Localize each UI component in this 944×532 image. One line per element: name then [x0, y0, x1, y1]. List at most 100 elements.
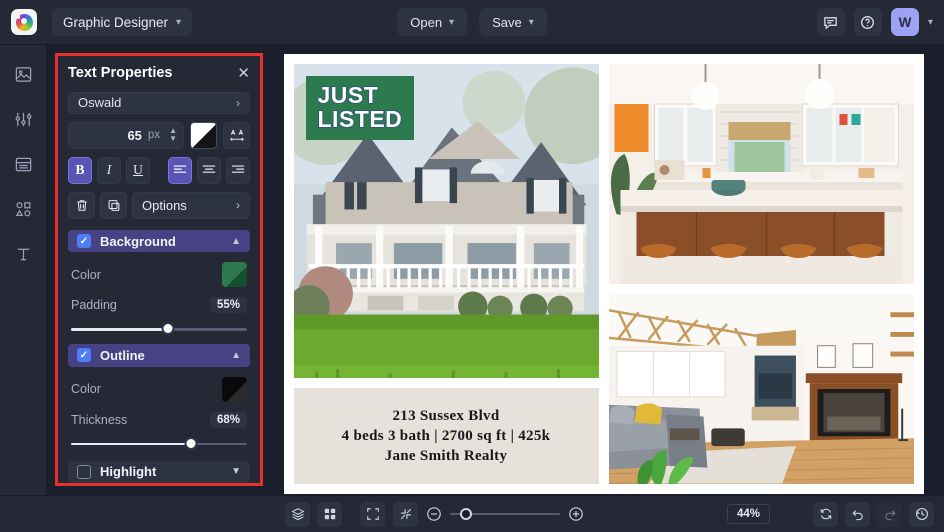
undo-button[interactable] [845, 501, 870, 527]
zoom-slider-knob[interactable] [460, 508, 472, 520]
sidebar-item-images[interactable] [11, 62, 35, 86]
outline-color-swatch[interactable] [222, 376, 247, 402]
history-icon [915, 508, 928, 520]
padding-value: 55% [209, 297, 247, 314]
sidebar-item-adjustments[interactable] [11, 107, 35, 131]
duplicate-button[interactable] [100, 191, 127, 219]
sliders-icon [15, 112, 31, 126]
trash-icon [76, 200, 87, 211]
redo-icon [884, 510, 896, 521]
align-center-button[interactable] [196, 156, 221, 184]
collapse-button[interactable] [393, 501, 418, 527]
account-chevron-down-icon[interactable]: ▾ [928, 17, 933, 28]
outline-checkbox[interactable]: ✓ [77, 348, 91, 363]
font-size-input[interactable]: 65 px ▲ ▼ [68, 121, 184, 149]
app-window: Graphic Designer ▾ Open ▾ Save ▾ W ▾ Tex… [0, 0, 944, 532]
zoom-level[interactable]: 44% [726, 504, 770, 524]
outline-color-row: Color [68, 376, 250, 402]
align-left-button[interactable] [167, 156, 192, 184]
text-color-swatch[interactable] [190, 121, 217, 149]
close-icon[interactable]: ✕ [237, 66, 250, 81]
kitchen-photo[interactable] [608, 64, 914, 284]
comment-icon [824, 16, 838, 30]
chevron-up-icon[interactable]: ▲ [231, 350, 241, 361]
history-controls: 44% [726, 501, 944, 527]
panel-header: Text Properties ✕ [68, 65, 250, 81]
layers-button[interactable] [285, 501, 310, 527]
zoom-slider[interactable] [450, 508, 560, 520]
zoom-in-button[interactable] [568, 506, 584, 522]
listing-details: 4 beds 3 bath | 2700 sq ft | 425k [341, 427, 551, 444]
collapse-icon [400, 508, 411, 520]
options-button[interactable]: Options › [132, 191, 250, 219]
bold-button[interactable]: B [68, 156, 93, 184]
outline-color-label: Color [71, 382, 101, 397]
highlight-checkbox[interactable] [77, 464, 91, 479]
fit-screen-button[interactable] [360, 501, 385, 527]
zoom-out-button[interactable] [426, 506, 442, 522]
align-center-icon [202, 165, 216, 174]
align-right-icon [231, 165, 245, 174]
artboard[interactable]: JUST LISTED 213 Sussex Blvd 4 beds 3 bat… [283, 54, 924, 494]
background-checkbox[interactable]: ✓ [77, 234, 91, 249]
background-color-row: Color [68, 262, 250, 288]
listing-realtor: Jane Smith Realty [384, 447, 508, 464]
outline-section-header[interactable]: ✓ Outline ▲ [68, 344, 250, 367]
background-label: Background [100, 233, 176, 249]
reset-button[interactable] [813, 501, 838, 527]
history-button[interactable] [909, 501, 934, 527]
zoom-in-icon [569, 507, 583, 521]
help-circle-icon [861, 15, 875, 29]
sidebar-item-elements[interactable] [11, 197, 35, 221]
thickness-slider-knob[interactable] [184, 436, 198, 450]
just-listed-badge[interactable]: JUST LISTED [305, 76, 415, 140]
layers-icon [290, 508, 305, 521]
chevron-down-icon: ▾ [528, 16, 534, 28]
listing-address: 213 Sussex Blvd [392, 407, 500, 424]
background-section-header[interactable]: ✓ Background ▲ [68, 229, 250, 253]
font-size-unit: px [147, 129, 161, 142]
badge-line-1: JUST [317, 82, 379, 108]
sidebar-item-templates[interactable] [11, 152, 35, 176]
redo-button[interactable] [877, 501, 902, 527]
comment-button[interactable] [816, 8, 845, 36]
sidebar-item-text[interactable] [11, 242, 35, 266]
project-name: Graphic Designer [63, 14, 169, 30]
background-color-label: Color [71, 267, 101, 282]
letter-spacing-icon [229, 129, 244, 141]
thickness-value: 68% [209, 411, 247, 428]
grid-button[interactable] [317, 501, 342, 527]
highlight-section-header[interactable]: Highlight ▼ [68, 460, 250, 483]
text-properties-panel: Text Properties ✕ Oswald › 65 px ▲ ▼ B I… [55, 53, 263, 486]
living-room-photo[interactable] [608, 294, 914, 484]
underline-button[interactable]: U [126, 156, 151, 184]
italic-button[interactable]: I [97, 156, 122, 184]
header-right: W ▾ [816, 8, 944, 36]
chevron-up-icon[interactable]: ▲ [231, 236, 241, 247]
padding-slider[interactable] [71, 322, 247, 336]
chevron-down-icon[interactable]: ▼ [231, 466, 241, 477]
delete-button[interactable] [68, 191, 95, 219]
project-selector[interactable]: Graphic Designer ▾ [52, 8, 193, 36]
avatar-initial: W [898, 14, 912, 30]
thickness-slider[interactable] [71, 436, 247, 450]
undo-icon [851, 510, 863, 521]
padding-label: Padding [71, 298, 117, 313]
user-avatar[interactable]: W [890, 8, 919, 36]
open-button[interactable]: Open ▾ [397, 8, 468, 36]
save-button[interactable]: Save ▾ [479, 8, 547, 36]
house-exterior-photo[interactable]: JUST LISTED [293, 64, 599, 378]
align-left-icon [173, 165, 187, 174]
letter-spacing-button[interactable] [223, 121, 250, 149]
align-right-button[interactable] [226, 156, 251, 184]
font-size-stepper[interactable]: ▲ ▼ [166, 127, 177, 143]
listing-caption[interactable]: 213 Sussex Blvd 4 beds 3 bath | 2700 sq … [293, 388, 599, 484]
bottom-left-tools [0, 501, 342, 527]
background-color-swatch[interactable] [222, 262, 247, 288]
help-button[interactable] [853, 8, 882, 36]
canvas-area[interactable]: JUST LISTED 213 Sussex Blvd 4 beds 3 bat… [263, 45, 944, 495]
app-body: Text Properties ✕ Oswald › 65 px ▲ ▼ B I… [0, 45, 944, 495]
padding-slider-knob[interactable] [161, 322, 175, 336]
font-family-selector[interactable]: Oswald › [68, 92, 250, 114]
app-logo[interactable] [0, 9, 48, 35]
